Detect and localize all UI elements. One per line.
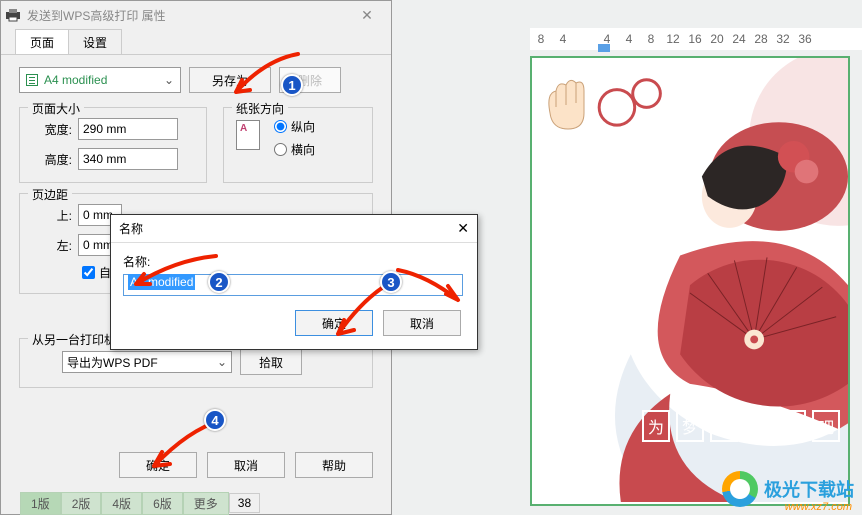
tab-settings[interactable]: 设置 bbox=[68, 29, 122, 54]
page-size-label: 页面大小 bbox=[28, 100, 84, 117]
preset-value: A4 modified bbox=[44, 73, 107, 87]
page-icon bbox=[26, 74, 38, 86]
fetch-button[interactable]: 拾取 bbox=[240, 349, 302, 375]
name-cancel-button[interactable]: 取消 bbox=[383, 310, 461, 336]
layout-option[interactable]: 4版 bbox=[101, 492, 142, 515]
tab-strip: 页面 设置 bbox=[1, 29, 391, 55]
fetch-printer-select[interactable]: 导出为WPS PDF ⌄ bbox=[62, 351, 232, 373]
annotation-badge-2: 2 bbox=[208, 271, 230, 293]
landscape-radio[interactable]: 横向 bbox=[274, 141, 315, 158]
name-dialog: 名称 ✕ 名称: A4 modified 确定 取消 bbox=[110, 214, 478, 350]
layout-option[interactable]: 2版 bbox=[61, 492, 102, 515]
layout-option[interactable]: 6版 bbox=[142, 492, 183, 515]
chevron-down-icon: ⌄ bbox=[164, 73, 174, 87]
horizontal-ruler: 8 4 4 4 8 12 16 20 24 28 32 36 bbox=[530, 28, 862, 50]
orientation-group: 纸张方向 纵向 横向 bbox=[223, 107, 373, 183]
watermark-url: www.xz7.com bbox=[785, 501, 852, 513]
save-as-button[interactable]: 另存为 bbox=[189, 67, 271, 93]
orientation-label: 纸张方向 bbox=[232, 100, 288, 117]
annotation-badge-1: 1 bbox=[281, 74, 303, 96]
printer-icon bbox=[5, 8, 21, 22]
tab-page[interactable]: 页面 bbox=[15, 29, 69, 54]
height-input[interactable] bbox=[78, 148, 178, 170]
page-indicator: 38 bbox=[229, 493, 260, 513]
name-dialog-title: 名称 bbox=[119, 220, 143, 237]
preset-dropdown[interactable]: A4 modified ⌄ bbox=[19, 67, 181, 93]
orientation-preview-icon bbox=[236, 120, 260, 150]
layout-strip: 1版 2版 4版 6版 更多 38 bbox=[20, 491, 260, 515]
margin-top-label: 上: bbox=[32, 207, 72, 224]
margin-left-label: 左: bbox=[32, 237, 72, 254]
close-icon[interactable]: ✕ bbox=[457, 220, 469, 237]
watermark-brand: 极光下载站 bbox=[764, 476, 854, 502]
name-ok-button[interactable]: 确定 bbox=[295, 310, 373, 336]
gesture-hand-icon bbox=[540, 58, 630, 133]
margins-label: 页边距 bbox=[28, 186, 72, 203]
name-field-label: 名称: bbox=[123, 253, 465, 270]
cancel-button[interactable]: 取消 bbox=[207, 452, 285, 478]
width-label: 宽度: bbox=[32, 121, 72, 138]
dialog-title: 发送到WPS高级打印 属性 bbox=[27, 7, 347, 24]
annotation-badge-3: 3 bbox=[380, 271, 402, 293]
width-input[interactable] bbox=[78, 118, 178, 140]
height-label: 高度: bbox=[32, 151, 72, 168]
ok-button[interactable]: 确定 bbox=[119, 452, 197, 478]
layout-option[interactable]: 更多 bbox=[183, 492, 229, 515]
name-dialog-titlebar: 名称 ✕ bbox=[111, 215, 477, 243]
titlebar: 发送到WPS高级打印 属性 ✕ bbox=[1, 1, 391, 29]
help-button[interactable]: 帮助 bbox=[295, 452, 373, 478]
annotation-badge-4: 4 bbox=[204, 409, 226, 431]
name-input[interactable]: A4 modified bbox=[123, 274, 463, 296]
ruler-marker[interactable] bbox=[598, 44, 610, 52]
watermark-logo-icon bbox=[722, 471, 758, 507]
close-icon[interactable]: ✕ bbox=[347, 7, 387, 24]
page-canvas[interactable]: 试 宝典 为 梦 想 奋 斗 吧 bbox=[530, 56, 850, 506]
chevron-down-icon: ⌄ bbox=[217, 355, 227, 369]
cover-title: 试 宝典 bbox=[637, 158, 661, 302]
cover-motto: 为 梦 想 奋 斗 吧 bbox=[642, 410, 840, 442]
page-size-group: 页面大小 宽度: 高度: bbox=[19, 107, 207, 183]
portrait-radio[interactable]: 纵向 bbox=[274, 118, 315, 135]
layout-option[interactable]: 1版 bbox=[20, 492, 61, 515]
